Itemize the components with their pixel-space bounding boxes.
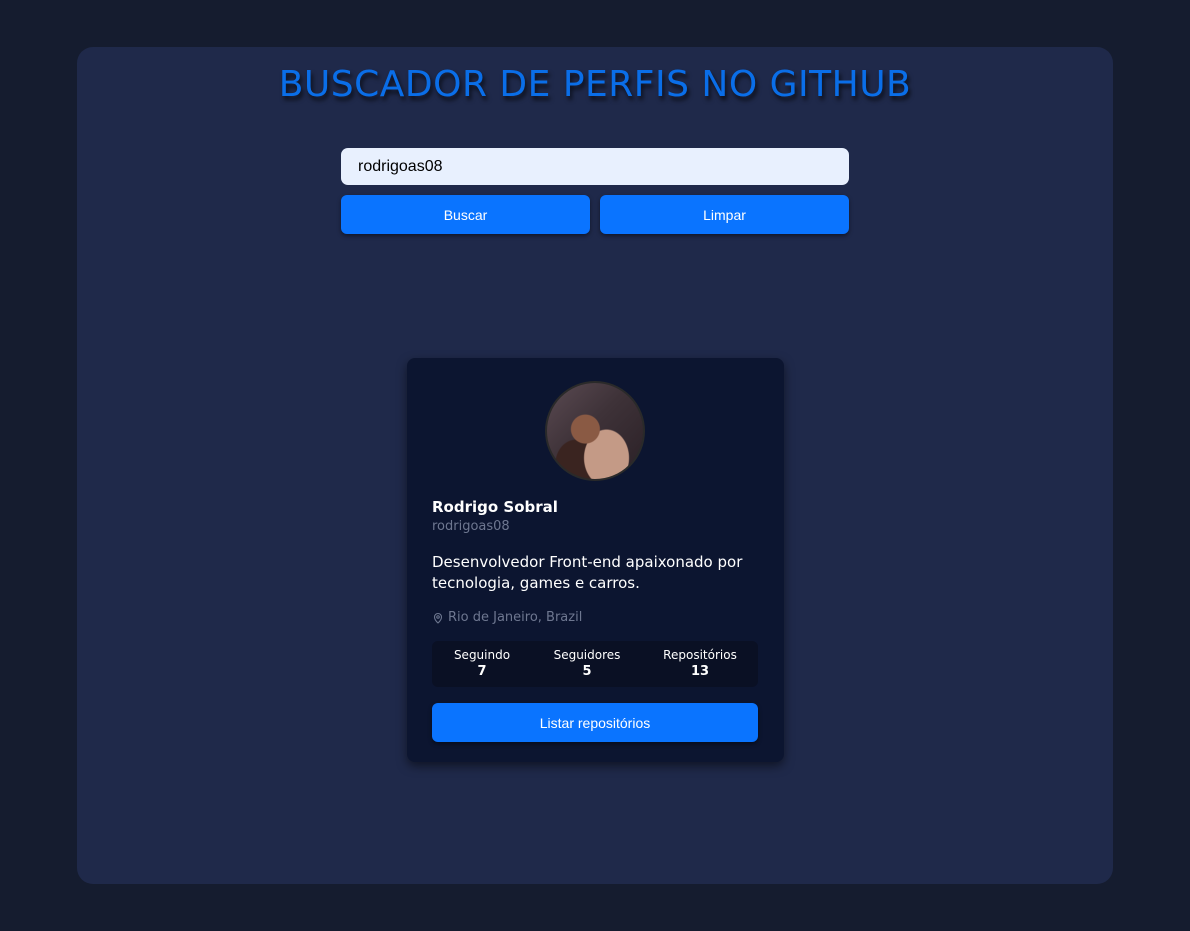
profile-login: rodrigoas08	[432, 519, 510, 534]
stat-value: 5	[582, 664, 592, 679]
page-title: BUSCADOR DE PERFIS NO GITHUB	[278, 64, 912, 105]
avatar	[545, 381, 645, 481]
search-input[interactable]	[341, 148, 849, 185]
search-button[interactable]: Buscar	[341, 195, 590, 234]
map-pin-icon	[433, 612, 443, 624]
stat-value: 7	[477, 664, 487, 679]
profile-name: Rodrigo Sobral	[432, 498, 558, 516]
main-panel: BUSCADOR DE PERFIS NO GITHUB Buscar Limp…	[77, 47, 1113, 884]
profile-stats: Seguindo 7 Seguidores 5 Repositórios 13	[432, 641, 758, 687]
location-text: Rio de Janeiro, Brazil	[448, 610, 583, 625]
clear-button[interactable]: Limpar	[600, 195, 849, 234]
stat-repositories: Repositórios 13	[663, 647, 737, 681]
profile-card: Rodrigo Sobral rodrigoas08 Desenvolvedor…	[407, 358, 784, 762]
stat-label: Repositórios	[663, 648, 737, 662]
stat-value: 13	[690, 664, 710, 679]
list-repositories-button[interactable]: Listar repositórios	[432, 703, 758, 742]
profile-location: Rio de Janeiro, Brazil	[432, 610, 582, 625]
stat-label: Seguidores	[553, 648, 621, 662]
stat-followers: Seguidores 5	[554, 647, 621, 681]
stat-following: Seguindo 7	[454, 647, 510, 681]
profile-bio: Desenvolvedor Front-end apaixonado por t…	[432, 553, 743, 592]
stat-label: Seguindo	[453, 648, 511, 662]
